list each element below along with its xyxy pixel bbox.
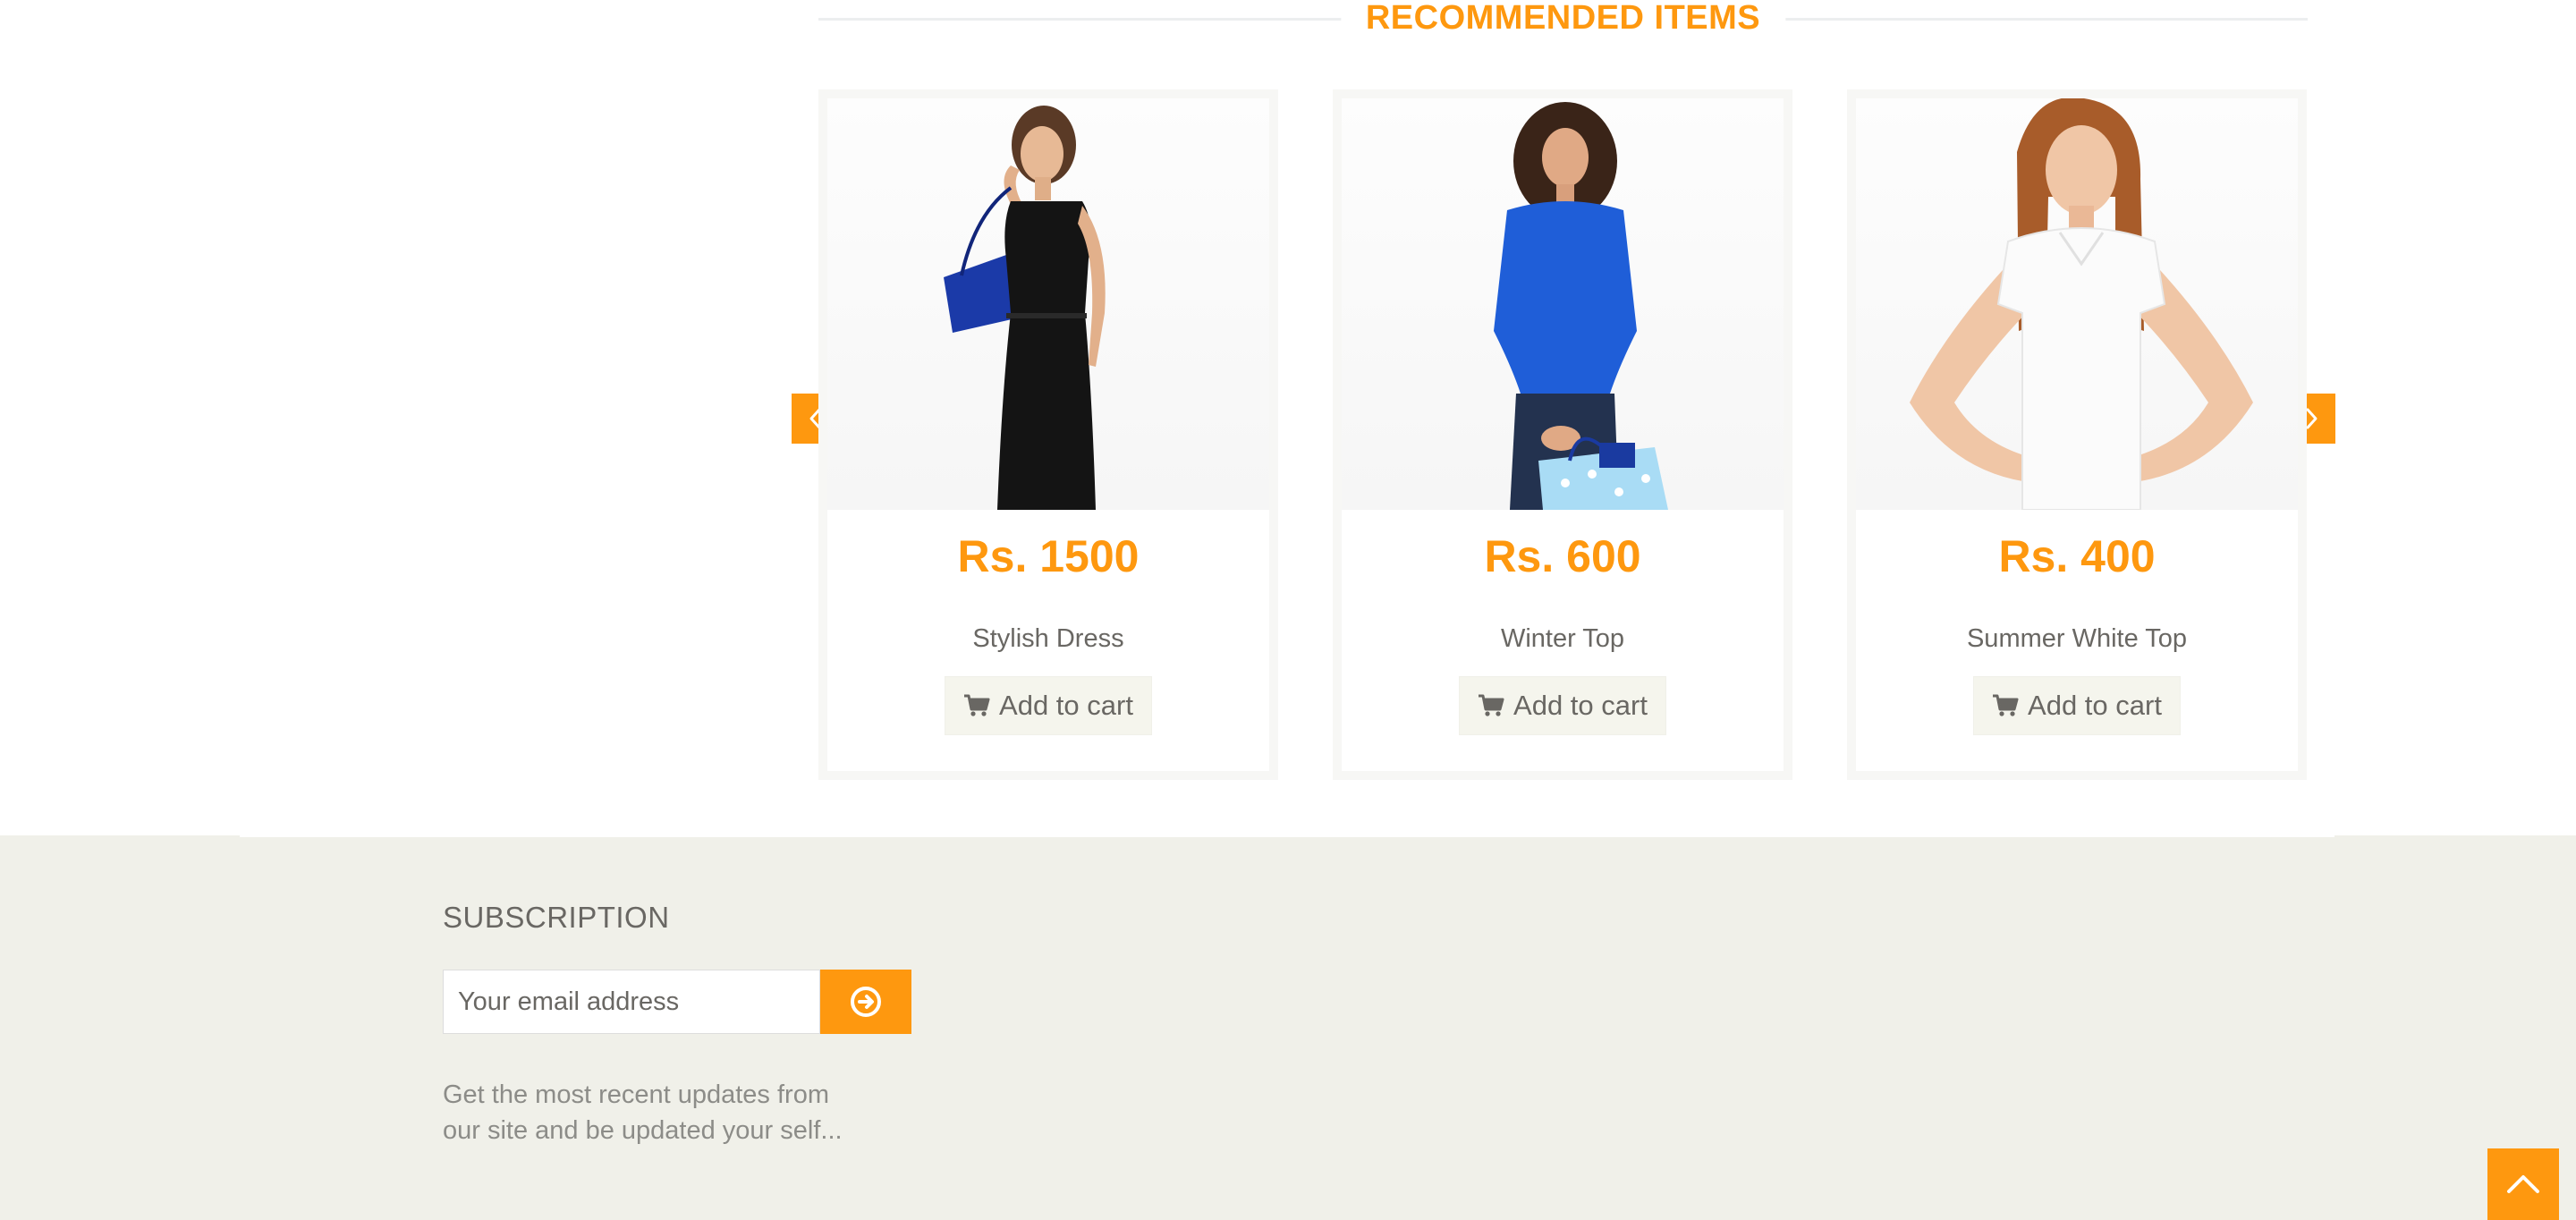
footer: SUBSCRIPTION Get the most recent updates… <box>0 835 2576 1220</box>
shopping-cart-icon <box>1479 694 1504 716</box>
chevron-up-icon <box>2507 1175 2539 1193</box>
recommended-header: RECOMMENDED ITEMS <box>818 0 2308 39</box>
add-to-cart-button[interactable]: Add to cart <box>1459 676 1666 735</box>
woman-black-dress-image <box>944 106 1106 510</box>
product-name: Stylish Dress <box>972 624 1124 653</box>
shopping-cart-icon <box>964 694 990 716</box>
product-card: Rs. 1500 Stylish Dress Add to cart <box>818 89 1278 780</box>
scroll-top-button[interactable] <box>2487 1148 2559 1220</box>
add-to-cart-label: Add to cart <box>2028 690 2162 721</box>
page: RECOMMENDED ITEMS Rs. 1500 Stylish Dress… <box>0 0 2576 1220</box>
shopping-cart-icon <box>1993 694 2019 716</box>
product-name: Summer White Top <box>1966 624 2188 653</box>
product-price: Rs. 600 <box>1484 531 1641 581</box>
add-to-cart-label: Add to cart <box>999 690 1133 721</box>
woman-white-tshirt-image <box>1910 98 2253 510</box>
product-card: Rs. 400 Summer White Top Add to cart <box>1847 89 2307 780</box>
recommended-title: RECOMMENDED ITEMS <box>1340 0 1786 36</box>
arrow-circle-right-icon <box>851 987 881 1017</box>
add-to-cart-label: Add to cart <box>1513 690 1648 721</box>
product-image <box>1342 98 1784 510</box>
subscription-title: SUBSCRIPTION <box>443 901 670 934</box>
product-image <box>1856 98 2298 510</box>
add-to-cart-button[interactable]: Add to cart <box>1973 676 2181 735</box>
product-price: Rs. 1500 <box>957 531 1140 581</box>
product-image <box>827 98 1269 510</box>
product-name: Winter Top <box>1500 624 1625 653</box>
product-price: Rs. 400 <box>1998 531 2156 581</box>
subscription-description: Get the most recent updates from our sit… <box>443 1080 843 1145</box>
subscribe-button[interactable] <box>820 970 911 1034</box>
product-card: Rs. 600 Winter Top Add to cart <box>1333 89 1792 780</box>
woman-blue-top-image <box>1494 102 1668 510</box>
add-to-cart-button[interactable]: Add to cart <box>945 676 1152 735</box>
email-input[interactable] <box>443 970 820 1034</box>
footer-top-edge <box>240 835 2334 837</box>
